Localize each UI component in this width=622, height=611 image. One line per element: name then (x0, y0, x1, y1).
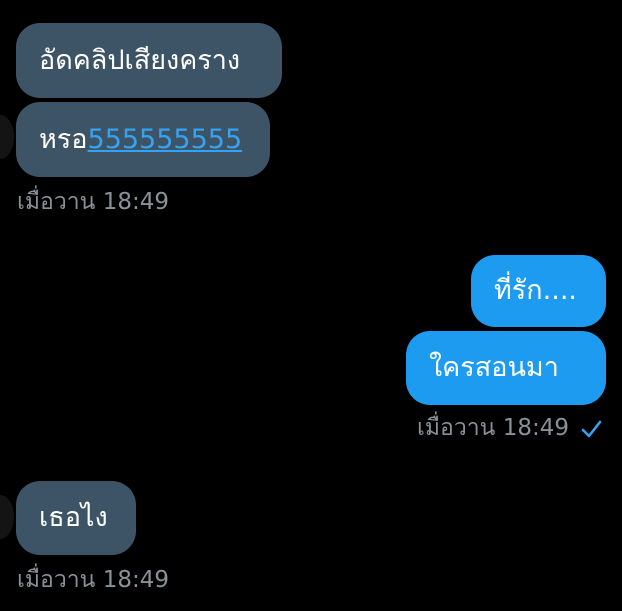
message-text: หรอ (39, 123, 88, 155)
message-bubble-incoming[interactable]: เธอไง (16, 481, 136, 555)
avatar[interactable] (0, 115, 14, 159)
message-bubble-incoming[interactable]: อัดคลิปเสียงคราง (16, 23, 282, 98)
message-bubble-outgoing[interactable]: ที่รัก.... (471, 255, 606, 327)
message-text: ใครสอนมา (429, 352, 559, 383)
message-link[interactable]: 555555555 (88, 122, 243, 158)
avatar[interactable] (0, 495, 14, 539)
message-bubble-outgoing[interactable]: ใครสอนมา (406, 331, 606, 405)
message-timestamp: เมื่อวาน 18:49 (417, 415, 569, 441)
message-text: เธอไง (39, 502, 108, 533)
message-timestamp: เมื่อวาน 18:49 (17, 189, 169, 215)
message-timestamp: เมื่อวาน 18:49 (17, 567, 169, 593)
message-text: อัดคลิปเสียงคราง (39, 44, 241, 76)
message-text: ที่รัก.... (494, 275, 577, 306)
check-icon (581, 420, 602, 438)
message-bubble-incoming[interactable]: หรอ 555555555 (16, 102, 270, 177)
chat-thread: อัดคลิปเสียงคราง หรอ 555555555 เมื่อวาน 1… (0, 0, 622, 611)
